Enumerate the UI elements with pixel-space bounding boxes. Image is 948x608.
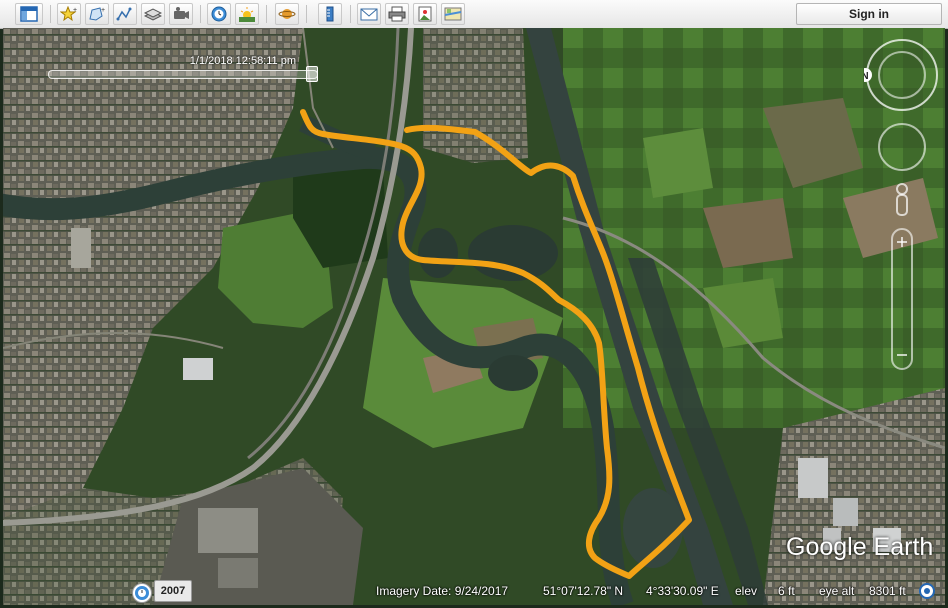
toolbar: + + Sign in: [0, 0, 948, 29]
view-in-maps-button[interactable]: [441, 3, 465, 25]
printer-icon: [388, 6, 406, 22]
add-path-button[interactable]: [113, 3, 137, 25]
svg-text:+: +: [73, 7, 77, 14]
look-joystick[interactable]: [878, 123, 926, 171]
historical-imagery-button[interactable]: [207, 3, 231, 25]
elevation-label: elev: [735, 584, 758, 598]
compass-ring[interactable]: [866, 39, 938, 111]
toolbar-separator: [350, 5, 351, 23]
print-button[interactable]: [385, 3, 409, 25]
time-slider-date: 1/1/2018 12:58:11 pm: [189, 55, 296, 67]
add-polygon-button[interactable]: +: [85, 3, 109, 25]
sunlight-button[interactable]: [235, 3, 259, 25]
toolbar-separator: [266, 5, 267, 23]
navigation-controls-graphic: N: [858, 39, 938, 370]
satellite-imagery: [3, 28, 945, 605]
email-button[interactable]: [357, 3, 381, 25]
time-slider-track[interactable]: [48, 70, 318, 79]
add-overlay-button[interactable]: [141, 3, 165, 25]
email-icon: [360, 8, 378, 21]
zoom-slider[interactable]: [891, 228, 913, 370]
planet-icon: [278, 9, 296, 19]
save-image-icon: [418, 6, 432, 22]
google-earth-logo: Google Earth: [786, 533, 934, 561]
time-slider-thumb[interactable]: [306, 66, 318, 82]
sign-in-button[interactable]: Sign in: [796, 3, 942, 25]
sun-icon: [239, 7, 255, 22]
record-tour-button[interactable]: [169, 3, 193, 25]
placemark-icon: +: [60, 6, 77, 22]
path-icon: [116, 7, 132, 21]
eye-altitude-label: eye alt: [819, 584, 855, 598]
time-slider[interactable]: 1/1/2018 12:58:11 pm: [28, 36, 320, 82]
ruler-icon: [326, 6, 334, 22]
latitude-readout: 51°07'12.78" N: [543, 584, 624, 598]
streaming-progress-icon: [918, 582, 936, 600]
north-label: N: [864, 71, 869, 82]
ruler-button[interactable]: [318, 3, 342, 25]
toolbar-separator: [200, 5, 201, 23]
navigation-controls: N: [858, 37, 940, 377]
tour-icon: [174, 7, 189, 19]
polygon-icon: +: [89, 7, 105, 21]
maps-icon: [444, 7, 462, 21]
svg-text:+: +: [101, 7, 105, 14]
toolbar-separator: [306, 5, 307, 23]
eye-altitude-value: 8301 ft: [869, 584, 906, 598]
toolbar-separator: [50, 5, 51, 23]
map-view[interactable]: Google Earth: [3, 28, 945, 605]
elevation-value: 6 ft: [778, 584, 795, 598]
street-view-pegman-icon[interactable]: [896, 183, 908, 216]
switch-planet-button[interactable]: [275, 3, 299, 25]
longitude-readout: 4°33'30.09" E: [646, 584, 719, 598]
history-clock-icon[interactable]: [132, 583, 152, 603]
clock-icon: [211, 6, 227, 22]
north-indicator[interactable]: N: [858, 68, 872, 82]
image-overlay-icon: [144, 8, 162, 21]
sidebar-icon: [20, 6, 38, 22]
imagery-date: Imagery Date: 9/24/2017: [376, 584, 509, 598]
add-placemark-button[interactable]: +: [57, 3, 81, 25]
historical-imagery-year-button[interactable]: 2007: [154, 580, 192, 602]
sidebar-toggle-button[interactable]: [15, 3, 43, 25]
save-image-button[interactable]: [413, 3, 437, 25]
